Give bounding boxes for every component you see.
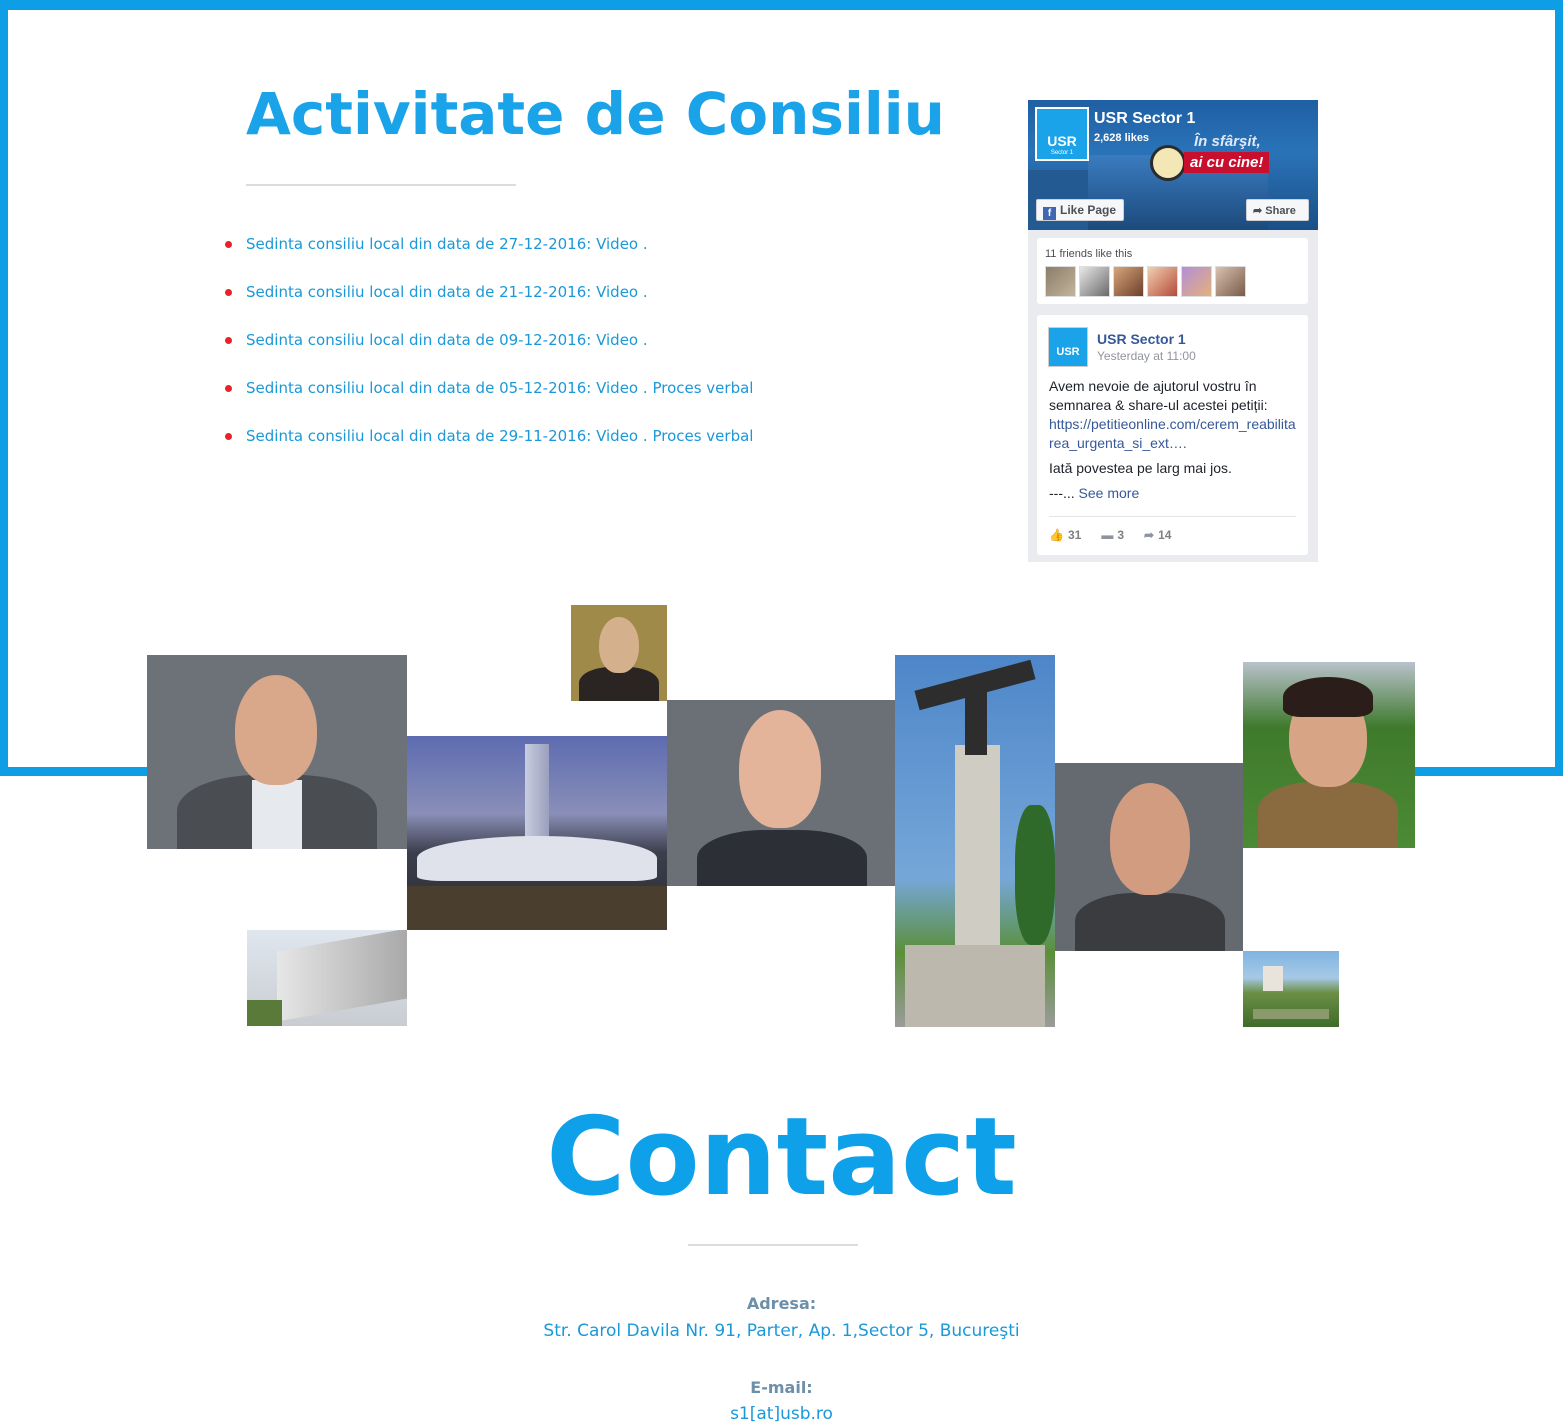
cover-tagline: În sfârşit, — [1194, 133, 1261, 150]
address-value: Str. Carol Davila Nr. 91, Parter, Ap. 1,… — [543, 1321, 1020, 1341]
avatar[interactable] — [1113, 266, 1144, 297]
meeting-text: Sedinta consiliu local din data de 29-11… — [246, 427, 592, 445]
shares-stat[interactable]: ➦ 14 — [1144, 528, 1171, 542]
fb-friends-box: 11 friends like this — [1037, 238, 1308, 304]
meetings-list: Sedinta consiliu local din data de 27-12… — [222, 232, 753, 472]
meeting-text: Sedinta consiliu local din data de 21-12… — [246, 283, 592, 301]
thumbs-up-icon: 👍 — [1049, 528, 1064, 542]
avatar[interactable] — [1215, 266, 1246, 297]
separator: . — [642, 379, 648, 397]
video-link[interactable]: Video — [596, 331, 638, 349]
like-page-button[interactable]: f Like Page — [1036, 199, 1124, 221]
list-item: Sedinta consiliu local din data de 05-12… — [222, 376, 753, 424]
bullet-icon — [225, 337, 232, 344]
avatar[interactable] — [1045, 266, 1076, 297]
bullet-icon — [225, 289, 232, 296]
comments-stat[interactable]: ▬ 3 — [1101, 528, 1124, 542]
photo-building — [247, 930, 407, 1026]
bullet-icon — [225, 241, 232, 248]
proces-verbal-link[interactable]: Proces verbal — [652, 427, 753, 445]
avatar[interactable] — [1079, 266, 1110, 297]
list-item: Sedinta consiliu local din data de 27-12… — [222, 232, 753, 280]
separator: . — [642, 283, 648, 301]
list-item: Sedinta consiliu local din data de 29-11… — [222, 424, 753, 472]
fb-page-name[interactable]: USR Sector 1 — [1094, 110, 1195, 128]
usr-logo[interactable]: USR Sector 1 — [1035, 107, 1089, 161]
facebook-icon: f — [1043, 207, 1056, 220]
separator: . — [642, 331, 648, 349]
share-icon: ➦ — [1253, 205, 1266, 217]
address-label: Adresa: — [746, 1294, 817, 1313]
post-divider — [1049, 516, 1296, 517]
cover-tagline-red: ai cu cine! — [1184, 152, 1270, 173]
friends-avatars — [1045, 266, 1246, 297]
clock-icon — [1150, 145, 1186, 181]
see-more-link[interactable]: See more — [1079, 485, 1140, 501]
fb-cover-photo[interactable]: În sfârşit, ai cu cine! USR Sector 1 USR … — [1028, 100, 1318, 230]
separator: . — [642, 235, 648, 253]
separator: . — [642, 427, 648, 445]
photo-man-glasses — [147, 655, 407, 849]
photo-park — [1243, 951, 1339, 1027]
fb-post: USR USR Sector 1 Yesterday at 11:00 Avem… — [1037, 315, 1308, 555]
photo-old-man — [571, 605, 667, 701]
list-item: Sedinta consiliu local din data de 09-12… — [222, 328, 753, 376]
likes-stat[interactable]: 👍 31 — [1049, 528, 1081, 542]
avatar[interactable] — [1147, 266, 1178, 297]
contact-divider — [688, 1244, 858, 1246]
list-item: Sedinta consiliu local din data de 21-12… — [222, 280, 753, 328]
photo-monument — [895, 655, 1055, 1027]
post-text: Avem nevoie de ajutorul vostru în semnar… — [1049, 378, 1268, 413]
post-stats: 👍 31 ▬ 3 ➦ 14 — [1049, 528, 1171, 542]
avatar[interactable] — [1181, 266, 1212, 297]
post-text-3: ---... See more — [1049, 485, 1140, 501]
title-divider — [246, 184, 516, 186]
bullet-icon — [225, 385, 232, 392]
video-link[interactable]: Video — [596, 379, 638, 397]
meeting-text: Sedinta consiliu local din data de 09-12… — [246, 331, 592, 349]
video-link[interactable]: Video — [596, 283, 638, 301]
bullet-icon — [225, 433, 232, 440]
post-time[interactable]: Yesterday at 11:00 — [1097, 349, 1196, 363]
post-link[interactable]: https://petitieonline.com/cerem_reabilit… — [1049, 415, 1299, 453]
post-body: Avem nevoie de ajutorul vostru în semnar… — [1049, 377, 1299, 503]
photo-city-mall — [407, 736, 667, 930]
meeting-text: Sedinta consiliu local din data de 05-12… — [246, 379, 592, 397]
photo-woman — [1243, 662, 1415, 848]
contact-title: Contact — [546, 1095, 1017, 1220]
photo-young-man — [667, 700, 895, 886]
post-text-2: Iată povestea pe larg mai jos. — [1049, 460, 1232, 476]
video-link[interactable]: Video — [596, 235, 638, 253]
email-label: E-mail: — [750, 1378, 813, 1397]
share-icon: ➦ — [1144, 528, 1155, 542]
fb-likes-count: 2,628 likes — [1094, 132, 1150, 144]
section-title: Activitate de Consiliu — [246, 80, 945, 148]
facebook-widget: În sfârşit, ai cu cine! USR Sector 1 USR … — [1028, 100, 1318, 562]
comment-icon: ▬ — [1101, 528, 1114, 542]
share-button[interactable]: ➦ Share — [1246, 199, 1309, 221]
meeting-text: Sedinta consiliu local din data de 27-12… — [246, 235, 592, 253]
post-avatar[interactable]: USR — [1048, 327, 1088, 367]
video-link[interactable]: Video — [596, 427, 638, 445]
friends-text: 11 friends like this — [1045, 248, 1133, 260]
email-value[interactable]: s1[at]usb.ro — [0, 1404, 1563, 1424]
photo-grey-hair-man — [1055, 763, 1243, 951]
post-author[interactable]: USR Sector 1 — [1097, 331, 1186, 347]
proces-verbal-link[interactable]: Proces verbal — [652, 379, 753, 397]
